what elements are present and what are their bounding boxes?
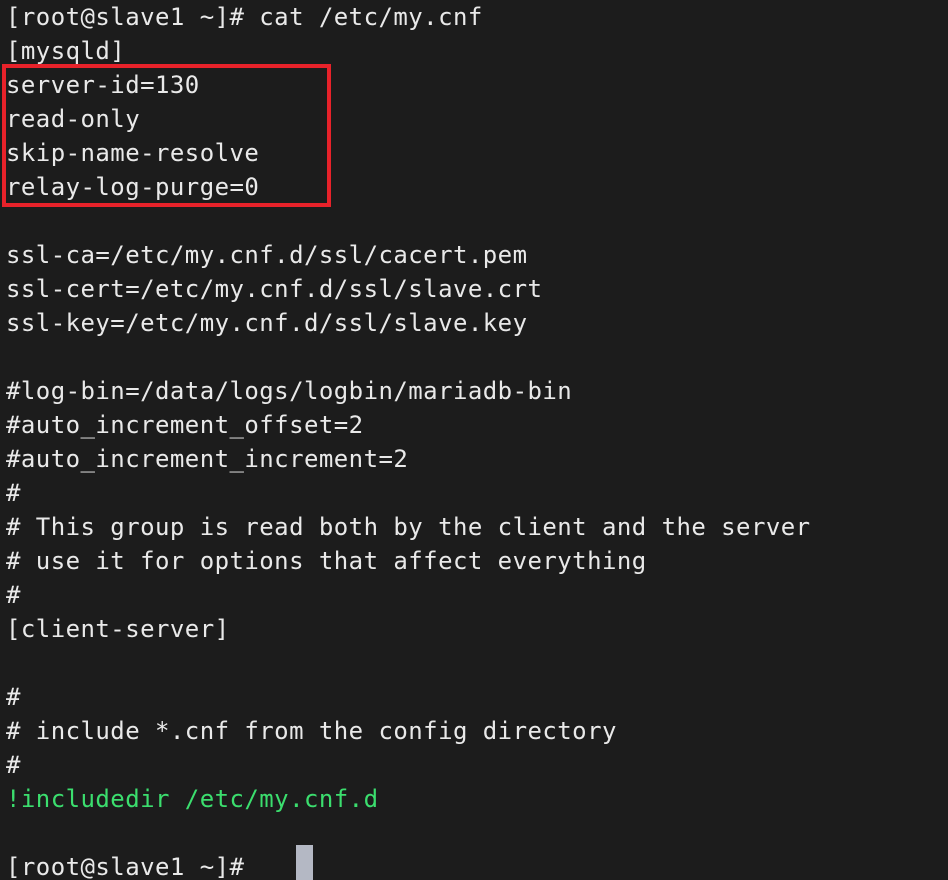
- directive-ssl-key: ssl-key=/etc/my.cnf.d/ssl/slave.key: [6, 309, 528, 337]
- directive-skip-name-resolve: skip-name-resolve: [6, 139, 260, 167]
- terminal-output: [root@slave1 ~]# cat /etc/my.cnf [mysqld]…: [0, 0, 948, 880]
- section-mysqld: [mysqld]: [6, 37, 126, 65]
- comment-auto-increment-offset: #auto_increment_offset=2: [6, 411, 364, 439]
- comment-group-usage: # use it for options that affect everyth…: [6, 547, 647, 575]
- comment-log-bin: #log-bin=/data/logs/logbin/mariadb-bin: [6, 377, 573, 405]
- directive-ssl-ca: ssl-ca=/etc/my.cnf.d/ssl/cacert.pem: [6, 241, 528, 269]
- prompt-command-line: [root@slave1 ~]# cat /etc/my.cnf: [6, 3, 483, 31]
- terminal-window[interactable]: [root@slave1 ~]# cat /etc/my.cnf [mysqld]…: [0, 0, 948, 880]
- comment-separator: #: [6, 751, 21, 779]
- directive-ssl-cert: ssl-cert=/etc/my.cnf.d/ssl/slave.crt: [6, 275, 543, 303]
- comment-separator: #: [6, 581, 21, 609]
- directive-server-id: server-id=130: [6, 71, 200, 99]
- section-client-server: [client-server]: [6, 615, 230, 643]
- directive-includedir: !includedir /etc/my.cnf.d: [6, 785, 379, 813]
- comment-separator: #: [6, 479, 21, 507]
- directive-read-only: read-only: [6, 105, 141, 133]
- comment-auto-increment-increment: #auto_increment_increment=2: [6, 445, 409, 473]
- comment-includedir-description: # include *.cnf from the config director…: [6, 717, 617, 745]
- prompt-final-line: [root@slave1 ~]#: [6, 853, 245, 880]
- comment-separator: #: [6, 683, 21, 711]
- terminal-cursor: [296, 845, 313, 880]
- comment-group-description: # This group is read both by the client …: [6, 513, 811, 541]
- directive-relay-log-purge: relay-log-purge=0: [6, 173, 260, 201]
